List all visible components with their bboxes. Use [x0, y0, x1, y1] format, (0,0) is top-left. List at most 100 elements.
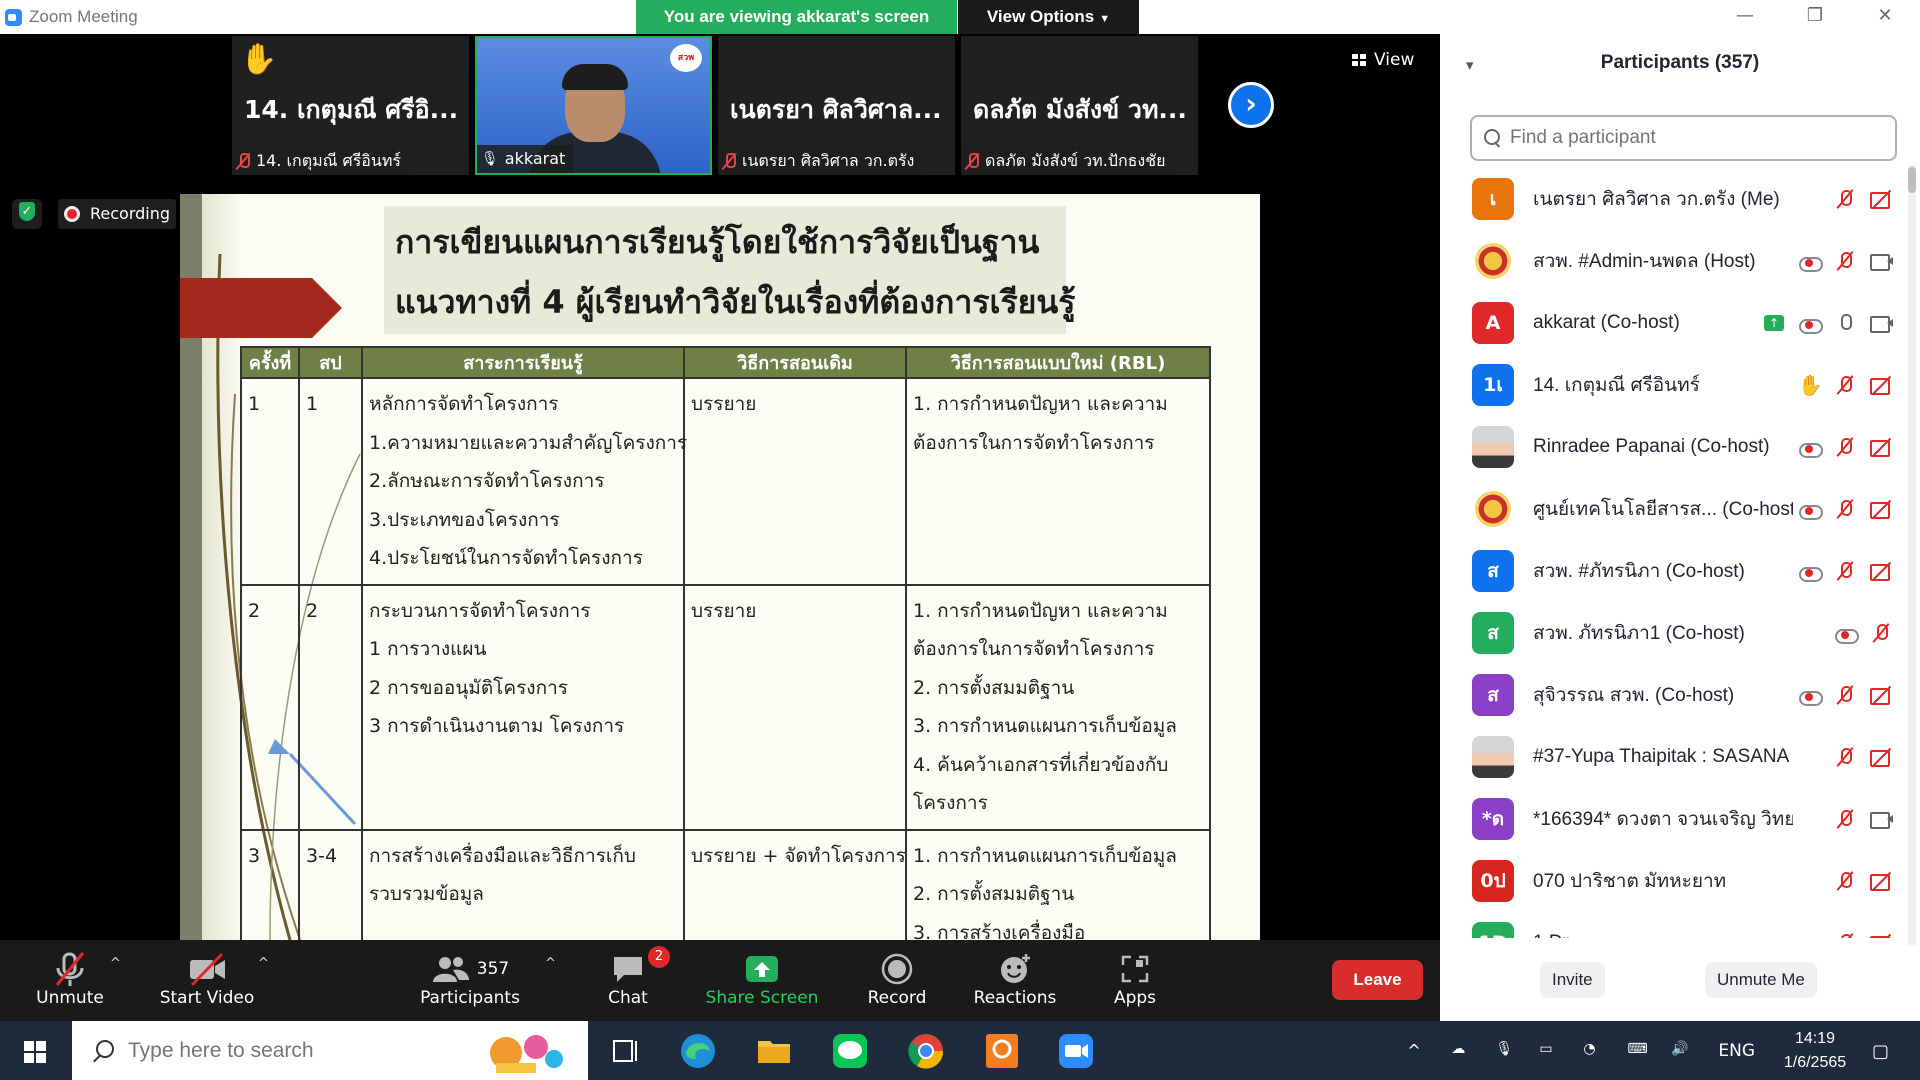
participant-row[interactable]: สวพ. #Admin-นพดล (Host) — [1440, 230, 1902, 292]
task-view-icon[interactable] — [606, 1031, 646, 1071]
start-video-button[interactable]: Start Video — [157, 950, 257, 1008]
restore-icon[interactable]: ❐ — [1780, 0, 1850, 34]
record-icon — [881, 953, 913, 985]
view-options-button[interactable]: View Options ▼ — [958, 0, 1139, 34]
participants-caret-icon[interactable]: ^ — [545, 956, 556, 971]
participant-list[interactable]: เ เนตรยา ศิลวิศาล วก.ตรัง (Me) สวพ. #Admin… — [1440, 168, 1902, 938]
table-cell: บรรยาย + จัดทำโครงการ — [683, 828, 907, 940]
apps-button[interactable]: Apps — [1105, 950, 1165, 1008]
participant-row[interactable]: *ด *166394* ดวงตา จวนเจริญ วิทยาลั... — [1440, 788, 1902, 850]
chrome-browser-icon[interactable] — [906, 1031, 946, 1071]
wifi-icon[interactable]: ◔ — [1583, 1041, 1609, 1061]
keyboard-icon[interactable]: ⌨ — [1627, 1041, 1653, 1061]
share-screen-button[interactable]: Share Screen — [702, 950, 822, 1008]
unmute-me-button[interactable]: Unmute Me — [1705, 962, 1817, 998]
participant-row[interactable]: ส สุจิวรรณ สวพ. (Co-host) — [1440, 664, 1902, 726]
thumbnail-display-name: เนตรยา ศิลวิศาล... — [730, 95, 942, 124]
cell-line: กระบวนการจัดทำโครงการ — [369, 599, 591, 622]
table-row: 2 2 กระบวนการจัดทำโครงการ 1 การวางแผน 2 กา… — [240, 583, 1211, 831]
cloud-record-icon — [1834, 623, 1859, 644]
volume-icon[interactable]: 🔊 — [1671, 1041, 1697, 1061]
participant-row[interactable]: 1เ 14. เกตุมณี ศรีอินทร์ ✋ — [1440, 354, 1902, 416]
close-icon[interactable]: ✕ — [1850, 0, 1920, 34]
participant-name: เนตรยา ศิลวิศาล วก.ตรัง (Me) — [1533, 189, 1780, 210]
search-highlight-art-icon — [490, 1035, 563, 1073]
table-cell: 1 — [298, 377, 363, 586]
participant-status-icons — [1798, 251, 1893, 272]
participants-button[interactable]: 357 Participants — [420, 950, 520, 1008]
participant-row[interactable]: ส สวพ. #ภัทรนิภา (Co-host) — [1440, 540, 1902, 602]
video-thumbnail-active[interactable]: สวพ 🎙 akkarat — [475, 36, 712, 175]
video-thumbnail[interactable]: เนตรยา ศิลวิศาล... เนตรยา ศิลวิศาล วก.ตร… — [718, 36, 955, 175]
taskbar-search-input[interactable] — [128, 1038, 468, 1063]
participant-list-scrollbar[interactable] — [1908, 165, 1916, 945]
participant-row[interactable]: เ เนตรยา ศิลวิศาล วก.ตรัง (Me) — [1440, 168, 1902, 230]
participant-row[interactable]: 0ป 070 ปาริชาต มัทหะยาท — [1440, 850, 1902, 912]
mic-muted-icon — [1834, 685, 1856, 705]
zoom-app-icon[interactable] — [1056, 1031, 1096, 1071]
start-video-label: Start Video — [159, 988, 255, 1008]
edge-browser-icon[interactable] — [678, 1031, 718, 1071]
participant-avatar — [1472, 488, 1514, 530]
participant-row[interactable]: 1D 1 Dr... — [1440, 912, 1902, 938]
mic-icon — [1834, 313, 1856, 333]
security-shield-icon[interactable] — [12, 199, 42, 229]
recording-indicator[interactable]: Recording — [58, 199, 177, 229]
chevron-down-icon: ▼ — [1099, 13, 1111, 25]
file-explorer-icon[interactable] — [754, 1031, 794, 1071]
video-thumbnail[interactable]: ✋ 14. เกตุมณี ศรีอิ... 14. เกตุมณี ศรีอิ… — [232, 36, 469, 175]
participants-panel: — ❐ ✕ ▾ Participants (357) เเนตรยา ศิลวิ… — [1440, 0, 1920, 1021]
participant-search[interactable] — [1470, 115, 1897, 161]
battery-icon[interactable]: ▭ — [1539, 1041, 1565, 1061]
table-cell: 1. การกำหนดปัญหา และความ ต้องการในการจัดท… — [905, 583, 1211, 831]
participant-name: *166394* ดวงตา จวนเจริญ วิทยาลั... — [1533, 809, 1793, 830]
scrollbar-thumb[interactable] — [1908, 167, 1916, 193]
view-button[interactable]: View — [1352, 50, 1414, 70]
recording-dot-icon — [64, 206, 80, 222]
unmute-button[interactable]: Unmute — [30, 950, 110, 1008]
participant-status-icons — [1834, 189, 1892, 209]
view-options-label: View Options — [986, 7, 1095, 26]
mic-muted-icon — [1834, 747, 1856, 767]
video-off-icon — [190, 952, 225, 987]
cell-line: 3.ประเภทของโครงการ — [369, 508, 560, 531]
table-row: 1 1 หลักการจัดทำโครงการ 1.ความหมายและความส… — [240, 377, 1211, 586]
share-screen-label: Share Screen — [705, 988, 819, 1008]
pdf-app-icon[interactable] — [982, 1031, 1022, 1071]
participant-row[interactable]: ส สวพ. ภัทรนิภา1 (Co-host) — [1440, 602, 1902, 664]
participant-avatar: *ด — [1472, 798, 1514, 840]
table-body: 1 1 หลักการจัดทำโครงการ 1.ความหมายและความส… — [240, 377, 1211, 940]
audio-options-caret-icon[interactable]: ^ — [110, 956, 121, 971]
leave-button[interactable]: Leave — [1332, 960, 1423, 1000]
mic-muted-icon — [1834, 189, 1856, 209]
reactions-button[interactable]: Reactions — [970, 950, 1060, 1008]
notifications-icon[interactable]: ▢ — [1872, 1041, 1898, 1062]
thumbnail-label-text: ดลภัต มังสังข์ วท.ปักธงชัย — [985, 151, 1166, 170]
participant-row[interactable]: Aakkarat (Co-host) ↑ — [1440, 292, 1902, 354]
video-icon — [1870, 313, 1893, 333]
participant-search-input[interactable] — [1510, 127, 1870, 149]
onedrive-icon[interactable]: ☁ — [1451, 1041, 1477, 1061]
participant-row[interactable]: #37-Yupa Thaipitak : SASANA — [1440, 726, 1902, 788]
participant-row[interactable]: ศูนย์เทคโนโลยีสารส... (Co-host) — [1440, 478, 1902, 540]
microphone-icon[interactable]: 🎙 — [1495, 1041, 1521, 1061]
show-hidden-icons-chevron-icon[interactable]: ^ — [1407, 1041, 1433, 1061]
invite-button[interactable]: Invite — [1540, 962, 1605, 998]
minimize-icon[interactable]: — — [1710, 0, 1780, 34]
record-button[interactable]: Record — [862, 950, 932, 1008]
participant-row[interactable]: Rinradee Papanai (Co-host) — [1440, 416, 1902, 478]
taskbar-clock[interactable]: 14:19 1/6/2565 — [1767, 1027, 1863, 1075]
column-header: วิธีการสอนเดิม — [683, 346, 907, 379]
table-cell: 2 — [298, 583, 363, 831]
unmute-label: Unmute — [36, 988, 104, 1008]
next-page-arrow-icon[interactable]: › — [1228, 82, 1274, 128]
table-cell: 1 — [240, 377, 300, 586]
video-off-icon — [1870, 375, 1892, 395]
video-options-caret-icon[interactable]: ^ — [258, 956, 269, 971]
line-app-icon[interactable] — [830, 1031, 870, 1071]
video-thumbnail[interactable]: ดลภัต มังสังข์ วท... ดลภัต มังสังข์ วท.ป… — [961, 36, 1198, 175]
windows-start-icon[interactable] — [24, 1041, 46, 1063]
chat-button[interactable]: 2 Chat — [598, 946, 670, 1008]
language-indicator[interactable]: ENG — [1718, 1041, 1755, 1061]
app-title: Zoom Meeting — [29, 7, 138, 26]
